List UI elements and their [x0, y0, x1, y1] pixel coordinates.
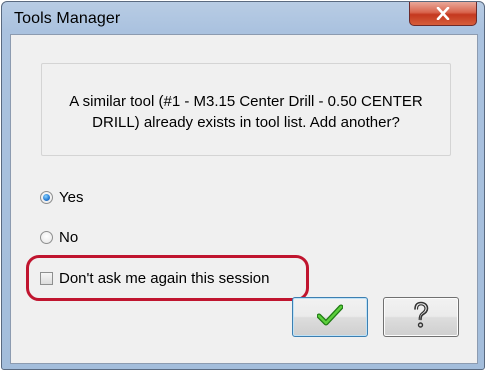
dialog-body: A similar tool (#1 - M3.15 Center Drill … [10, 34, 478, 364]
yes-radio[interactable] [40, 191, 53, 204]
no-radio-option[interactable]: No [40, 229, 78, 246]
yes-radio-option[interactable]: Yes [40, 189, 83, 206]
checkmark-icon [316, 304, 344, 331]
yes-label: Yes [59, 189, 84, 206]
window-title: Tools Manager [14, 10, 121, 27]
question-mark-icon [411, 301, 431, 334]
tools-manager-dialog: Tools Manager A similar tool (#1 - M3.15… [1, 1, 485, 370]
no-radio[interactable] [40, 231, 53, 244]
ok-button[interactable] [292, 297, 368, 337]
message-text: A similar tool (#1 - M3.15 Center Drill … [69, 93, 423, 131]
title-bar[interactable]: Tools Manager [2, 2, 484, 34]
close-button[interactable] [409, 2, 477, 26]
close-icon [436, 7, 450, 20]
highlight-annotation [26, 255, 309, 301]
message-panel: A similar tool (#1 - M3.15 Center Drill … [41, 63, 451, 156]
help-button[interactable] [383, 297, 459, 337]
no-label: No [59, 229, 79, 246]
